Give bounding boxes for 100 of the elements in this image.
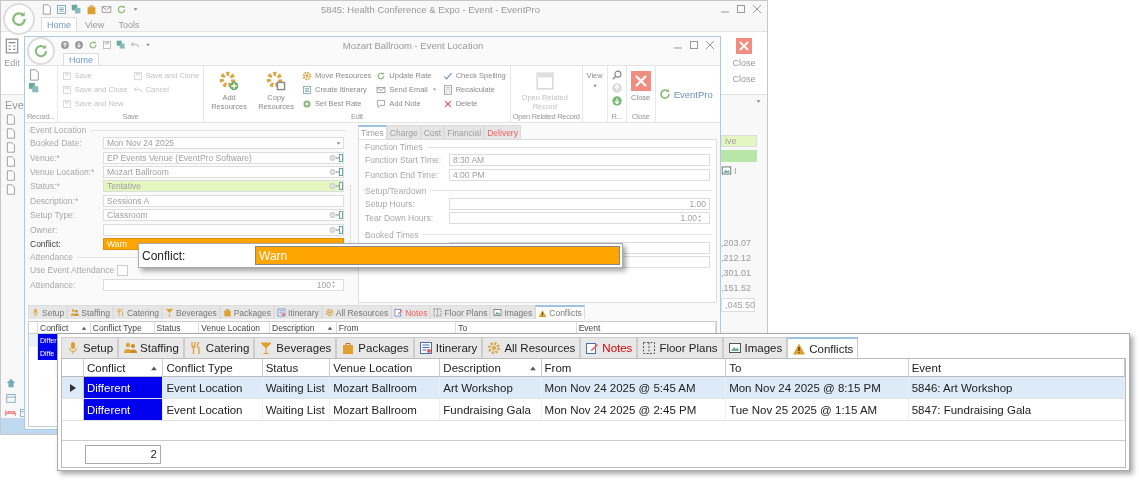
- bed-icon: [5, 407, 16, 418]
- tab[interactable]: Floor Plans: [637, 337, 723, 358]
- input-field[interactable]: [103, 223, 344, 236]
- copy-icon: [28, 82, 40, 94]
- section-title: Function Times: [365, 142, 424, 152]
- input-field[interactable]: Mozart Ballroom: [103, 165, 344, 178]
- field-label: Venue Location:*: [30, 166, 96, 177]
- input-field[interactable]: 1.00: [449, 212, 710, 225]
- table-cell: 5847: Fundraising Gala: [908, 399, 1125, 420]
- tab[interactable]: Catering: [183, 337, 255, 358]
- checkbox[interactable]: [117, 264, 129, 276]
- amount-field[interactable]: ,045.50: [721, 298, 755, 312]
- table-row[interactable]: Different Event Location Waiting List Mozart Ballroom Art Workshop Mon Nov 24 2025 @ 5:45 AM Mon Nov 24 2025 @ 8:15 PM 5846: Art Workshop: [62, 377, 1125, 399]
- tab[interactable]: Images: [722, 337, 788, 358]
- tab[interactable]: Times: [358, 125, 387, 139]
- cutlery-icon: [188, 341, 203, 355]
- tab[interactable]: Notes: [580, 337, 638, 358]
- input-field[interactable]: Sessions A: [103, 194, 344, 207]
- tab[interactable]: Charge: [386, 125, 421, 139]
- column-header[interactable]: Venue Location: [330, 359, 441, 376]
- input-field[interactable]: EP Events Venue (EventPro Software): [103, 151, 344, 164]
- input-field[interactable]: Mon Nov 24 2025: [103, 137, 344, 150]
- column-header[interactable]: Conflict Type: [163, 359, 263, 376]
- warning-icon: [538, 308, 548, 318]
- table-cell: Different: [84, 399, 164, 420]
- panel-icon: [5, 392, 17, 404]
- field-label: Function Start Time:: [365, 155, 443, 166]
- close-icon[interactable]: [753, 5, 761, 13]
- tab[interactable]: Beverages: [162, 305, 220, 319]
- toolbar-button[interactable]: [27, 82, 41, 94]
- status-field[interactable]: ive: [721, 135, 757, 147]
- tab[interactable]: Cost: [420, 125, 445, 139]
- maximize-icon[interactable]: [737, 5, 745, 13]
- section-title: Setup/Teardown: [365, 185, 428, 196]
- document-icon: [5, 156, 16, 167]
- input-field[interactable]: 100: [103, 278, 344, 291]
- checkbox-label: Use Event Attendance: [30, 265, 115, 276]
- tab[interactable]: Conflicts: [787, 337, 859, 358]
- edit-button[interactable]: Edit: [1, 32, 23, 94]
- input-field[interactable]: Classroom: [103, 209, 344, 222]
- tab[interactable]: Setup: [61, 337, 119, 358]
- tab[interactable]: Setup: [28, 305, 68, 319]
- field-label: Function End Time:: [365, 169, 440, 180]
- table-cell: Waiting List: [262, 399, 331, 420]
- people-icon: [123, 341, 138, 355]
- panel-heading: Eve: [5, 99, 25, 111]
- tab[interactable]: Notes: [391, 305, 431, 319]
- cutlery-icon: [115, 308, 125, 317]
- column-header[interactable]: Event: [908, 359, 1125, 376]
- input-field[interactable]: 8:30 AM: [449, 154, 710, 167]
- delete-icon: [442, 98, 453, 109]
- tab[interactable]: All Resources: [321, 305, 392, 319]
- close-button[interactable]: Close: [729, 32, 759, 74]
- tab[interactable]: Staffing: [67, 305, 113, 319]
- tab[interactable]: Itinerary: [413, 337, 483, 358]
- table-cell: Different: [84, 377, 164, 398]
- close-icon: [736, 38, 752, 54]
- tab[interactable]: Conflicts: [535, 305, 585, 319]
- column-header[interactable]: From: [541, 359, 727, 376]
- close-icon[interactable]: [706, 41, 714, 49]
- toolbar-button[interactable]: [609, 95, 624, 107]
- people-icon: [70, 308, 80, 317]
- maximize-icon[interactable]: [690, 41, 698, 49]
- tab[interactable]: Staffing: [118, 337, 184, 358]
- section-title: Event Location: [30, 125, 88, 135]
- input-field[interactable]: 4:00 PM: [449, 168, 710, 181]
- input-field[interactable]: Warn: [255, 246, 620, 265]
- tab[interactable]: Delivery: [484, 125, 521, 139]
- table-cell: Mon Nov 24 2025 @ 5:45 AM: [541, 377, 727, 398]
- group-label: Close: [732, 74, 756, 84]
- ribbon-tab[interactable]: Home: [63, 53, 99, 65]
- ribbon-tab[interactable]: View: [79, 17, 111, 31]
- column-header[interactable]: To: [726, 359, 909, 376]
- amount-cell-text: ,301.01: [721, 268, 753, 280]
- input-field[interactable]: 1.00: [449, 197, 710, 210]
- tab[interactable]: Itinerary: [274, 305, 322, 319]
- tab[interactable]: Images: [490, 305, 536, 319]
- calculator-icon: [442, 84, 453, 95]
- status-bar: [721, 150, 757, 162]
- tab[interactable]: Floor Plans: [430, 305, 491, 319]
- table-row[interactable]: Different Event Location Waiting List Mozart Ballroom Fundraising Gala Mon Nov 24 2025 @ 2:45 PM Tue Nov 25 2025 @ 1:15 AM 5847: Fundraising Gala: [62, 399, 1125, 421]
- tab[interactable]: Packages: [336, 337, 414, 358]
- ribbon-tab[interactable]: Tools: [112, 17, 146, 31]
- tab-label[interactable]: I: [734, 165, 737, 176]
- tab[interactable]: Packages: [219, 305, 274, 319]
- down-arrow-icon: [610, 95, 623, 107]
- tab[interactable]: Beverages: [254, 337, 337, 358]
- column-header[interactable]: Status: [262, 359, 331, 376]
- window-title: 5845: Health Conference & Expo - Event - EventPro: [319, 3, 542, 15]
- field-label: Owner:: [30, 224, 59, 235]
- field-label: Setup Hours:: [365, 198, 416, 209]
- column-header[interactable]: Conflict: [84, 359, 164, 376]
- tab[interactable]: All Resources: [482, 337, 581, 358]
- field-label: Attendance:: [30, 279, 77, 290]
- column-header[interactable]: Description: [440, 359, 542, 376]
- tab[interactable]: Catering: [112, 305, 163, 319]
- input-field[interactable]: Tentative: [103, 180, 344, 193]
- tab[interactable]: Financial: [444, 125, 485, 139]
- toolbar-button[interactable]: [27, 69, 41, 81]
- ribbon-tab[interactable]: Home: [41, 17, 77, 31]
